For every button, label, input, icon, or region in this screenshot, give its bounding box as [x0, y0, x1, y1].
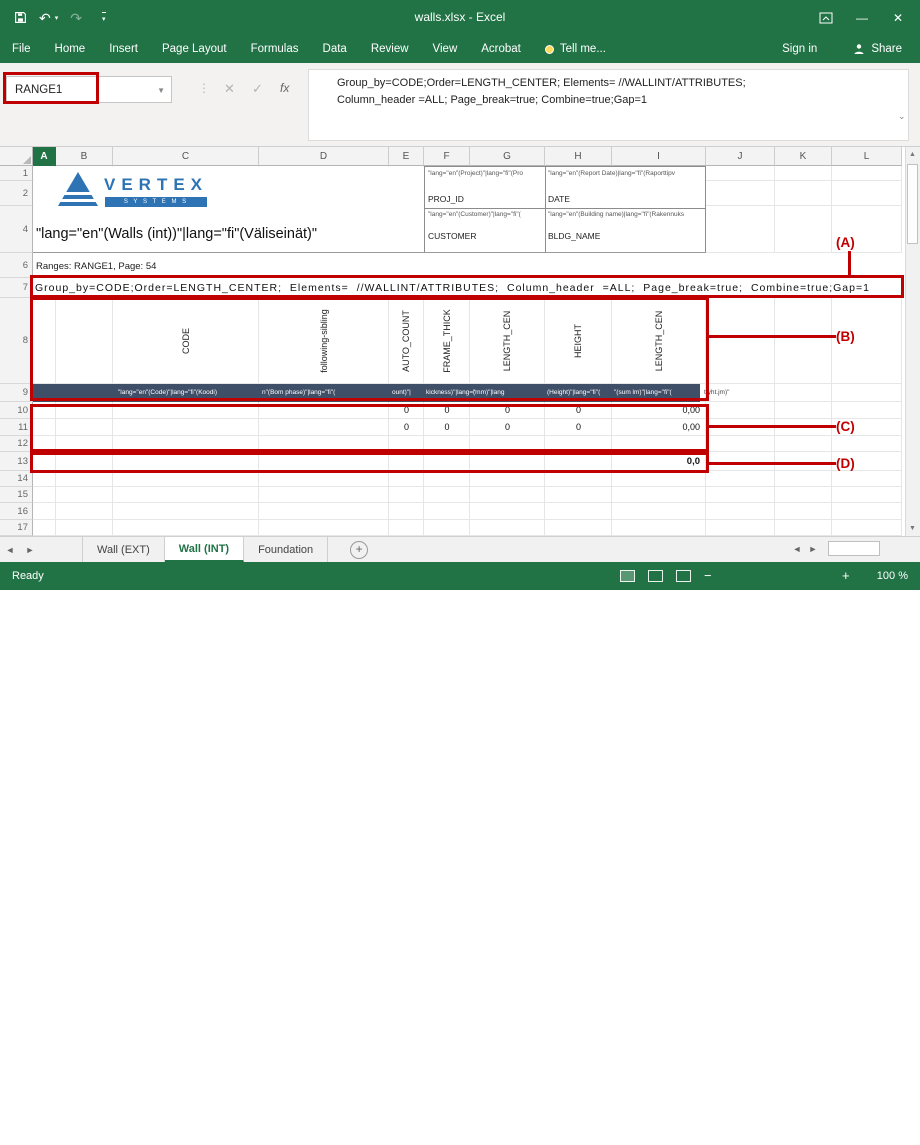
zoom-slider[interactable] — [718, 1137, 836, 1139]
cell-bldg-name[interactable]: BLDG_NAME — [548, 231, 600, 241]
cell-report-date-lang[interactable]: "lang="en"(Report Date)|lang="fi"(Raport… — [548, 170, 704, 177]
data-cell[interactable]: 0 — [545, 402, 612, 419]
cell-group-by[interactable]: Group_by=CODE;Order=LENGTH_CENTER; Eleme… — [35, 282, 903, 294]
rotated-column-header[interactable]: LENGTH_CEN — [502, 311, 512, 372]
cell-customer[interactable]: CUSTOMER — [428, 231, 477, 241]
rotated-column-header[interactable]: LENGTH_CEN — [654, 311, 664, 372]
doc-header-divider — [424, 208, 706, 209]
cell-customer-lang[interactable]: "lang="en"(Customer)"|lang="fi"( — [428, 211, 542, 218]
rotated-column-header[interactable]: FRAME_THICK — [442, 309, 452, 373]
rotated-column-header[interactable]: HEIGHT — [573, 324, 583, 358]
data-cell[interactable]: 0 — [389, 419, 424, 436]
header-fragment: t yht.jm)" — [704, 389, 729, 396]
sheet-content: VERTEX S Y S T E M S "lang="en"(Project)… — [0, 0, 920, 590]
header-bottom-border — [33, 252, 706, 253]
data-cell[interactable]: 0 — [424, 402, 470, 419]
total-cell[interactable]: 0,0 — [606, 452, 700, 471]
zoom-slider-thumb[interactable] — [770, 1131, 777, 1145]
header-fragment: ount)"| — [392, 389, 411, 396]
data-cell[interactable]: 0 — [470, 402, 545, 419]
header-fragment: "(sum lm)"|lang="fi"( — [614, 389, 672, 396]
cell-building-lang[interactable]: "lang="en"(Building name)|lang="fi"(Rake… — [548, 211, 704, 218]
data-cell[interactable]: 0 — [424, 419, 470, 436]
cell-walls-title[interactable]: "lang="en"(Walls (int))"|lang="fi"(Välis… — [36, 226, 317, 242]
rotated-column-header[interactable]: AUTO_COUNT — [401, 310, 411, 372]
rotated-column-header[interactable]: CODE — [181, 328, 191, 354]
vertex-logo-icon — [56, 170, 100, 208]
header-fragment: "lang="en"(Code)"|lang="fi"(Koodi) — [118, 389, 217, 396]
header-fragment: (mm)"|lang — [473, 389, 504, 396]
doc-header-divider — [545, 166, 546, 253]
header-fragment: n"(Bom phase)"|lang="fi"( — [262, 389, 335, 396]
cell-ranges[interactable]: Ranges: RANGE1, Page: 54 — [36, 261, 156, 272]
logo-subtext: S Y S T E M S — [105, 197, 207, 207]
cell-proj-id[interactable]: PROJ_ID — [428, 194, 464, 204]
data-cell[interactable]: 0 — [545, 419, 612, 436]
data-cell[interactable]: 0 — [470, 419, 545, 436]
data-cell[interactable]: 0,00 — [612, 402, 700, 419]
rotated-column-header[interactable]: following-sibling — [319, 309, 329, 373]
logo-text: VERTEX — [104, 175, 208, 195]
header-fragment: (Height)"|lang="fi"( — [547, 389, 600, 396]
cell-project-lang[interactable]: "lang="en"(Project)"|lang="fi"(Pro — [428, 170, 542, 177]
cell-date[interactable]: DATE — [548, 194, 570, 204]
header-fragment: kickness)"|lang=" — [426, 389, 475, 396]
data-cell[interactable]: 0 — [389, 402, 424, 419]
excel-window: ABCDEFGHIJKL12467891011121314151617 VERT… — [0, 0, 920, 590]
data-cell[interactable]: 0,00 — [612, 419, 700, 436]
